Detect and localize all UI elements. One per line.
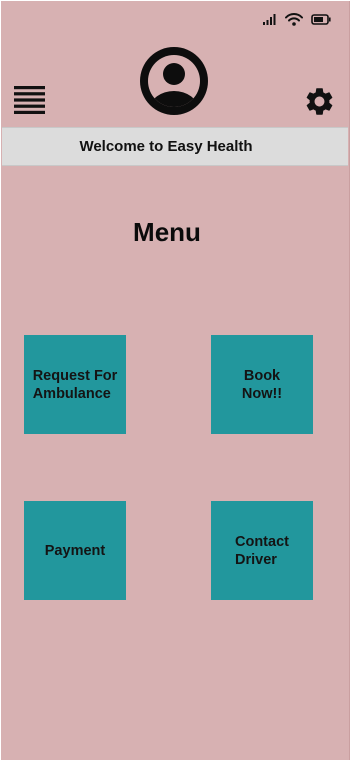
payment-button[interactable]: Payment xyxy=(24,501,126,600)
contact-driver-button[interactable]: Contact Driver xyxy=(211,501,313,600)
request-ambulance-button[interactable]: Request For Ambulance xyxy=(24,335,126,434)
contact-driver-label: Contact Driver xyxy=(235,533,289,568)
request-ambulance-label: Request For Ambulance xyxy=(32,367,118,402)
gear-icon[interactable] xyxy=(303,85,336,118)
page-title: Menu xyxy=(133,217,201,247)
payment-label: Payment xyxy=(44,542,106,559)
user-avatar-icon[interactable] xyxy=(140,47,208,115)
phone-screen: Welcome to Easy Health Menu Request For … xyxy=(1,1,350,760)
signal-icon xyxy=(263,13,276,25)
book-now-label: Book Now!! xyxy=(241,367,283,402)
status-bar xyxy=(263,11,331,27)
battery-icon xyxy=(311,13,331,25)
welcome-banner: Welcome to Easy Health xyxy=(2,127,348,166)
book-now-button[interactable]: Book Now!! xyxy=(211,335,313,434)
hamburger-menu-icon[interactable] xyxy=(14,86,45,114)
welcome-text: Welcome to Easy Health xyxy=(79,138,253,155)
wifi-icon xyxy=(285,12,303,26)
